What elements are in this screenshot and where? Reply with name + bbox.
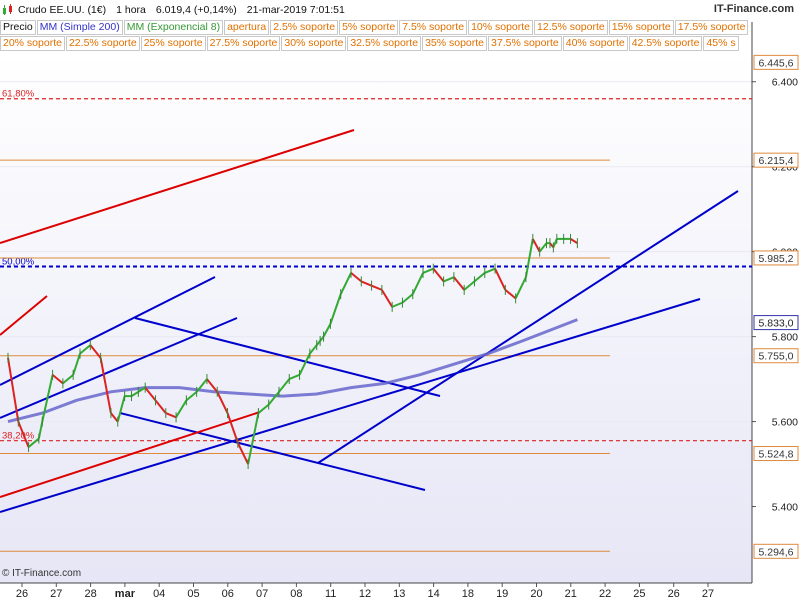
x-tick-label: 13 [393, 588, 405, 600]
x-tick-label: 22 [599, 588, 611, 600]
chart-window: Crudo EE.UU. (1€) 1 hora 6.019,4 (+0,14%… [0, 0, 800, 600]
y-tick-label: 5.800 [772, 332, 798, 344]
level-value-label: 6.215,4 [758, 155, 793, 167]
y-tick-label: 5.400 [772, 502, 798, 514]
x-tick-label: 07 [256, 588, 268, 600]
level-value-label: 6.445,6 [758, 57, 793, 69]
price-chart[interactable]: 5.4005.6005.8006.0006.2006.400262728mar0… [0, 0, 800, 600]
x-tick-label: 18 [462, 588, 474, 600]
level-value-label: 5.833,0 [758, 318, 793, 330]
y-tick-label: 5.600 [772, 417, 798, 429]
x-tick-label: 26 [16, 588, 28, 600]
x-tick-label: 12 [359, 588, 371, 600]
x-tick-label: 04 [153, 588, 165, 600]
x-tick-label: 06 [222, 588, 234, 600]
fib-level-label: 61,80% [2, 89, 35, 100]
level-value-label: 5.985,2 [758, 253, 793, 265]
x-tick-label: 20 [530, 588, 542, 600]
copyright-footer: © IT-Finance.com [2, 568, 81, 579]
x-tick-label: 27 [50, 588, 62, 600]
level-value-label: 5.294,6 [758, 546, 793, 558]
x-tick-label: 11 [325, 588, 336, 600]
x-tick-label: 27 [702, 588, 714, 600]
level-value-label: 5.755,0 [758, 351, 793, 363]
x-tick-label: 28 [84, 588, 96, 600]
y-tick-label: 6.400 [772, 77, 798, 89]
x-tick-label: 25 [633, 588, 645, 600]
x-tick-label: 21 [565, 588, 577, 600]
x-tick-label: 08 [290, 588, 302, 600]
level-value-label: 5.524,8 [758, 449, 793, 461]
x-tick-label: 14 [427, 588, 439, 600]
copyright-text: © IT-Finance.com [2, 568, 82, 579]
x-tick-label: 26 [668, 588, 680, 600]
x-tick-label: 05 [187, 588, 199, 600]
x-tick-label: 19 [496, 588, 508, 600]
x-tick-label: mar [115, 588, 136, 600]
fib-level-label: 38,20% [2, 431, 35, 442]
